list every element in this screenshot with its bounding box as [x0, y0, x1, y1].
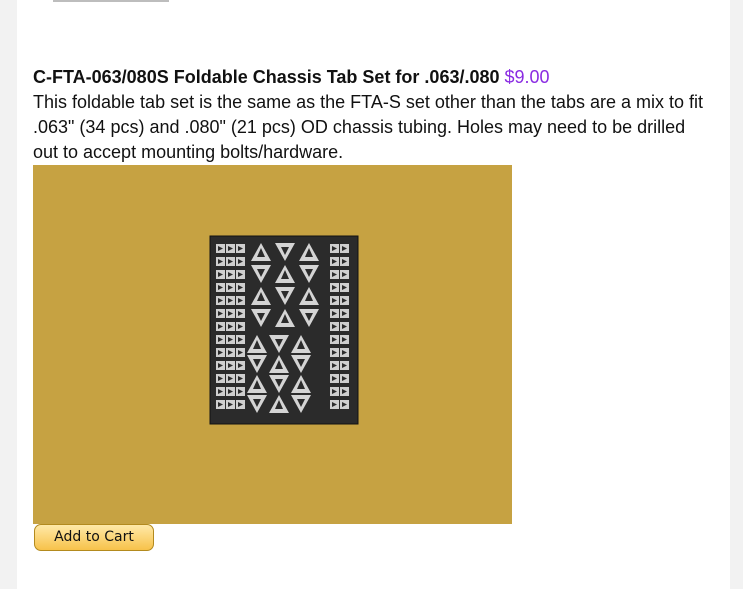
- product-photo[interactable]: [33, 165, 512, 524]
- top-divider: [53, 0, 169, 2]
- product-photo-tab-sheet: [33, 165, 512, 524]
- product-heading: C-FTA-063/080S Foldable Chassis Tab Set …: [33, 66, 713, 88]
- product-description: This foldable tab set is the same as the…: [33, 92, 703, 162]
- product-price: $9.00: [504, 67, 550, 87]
- product-block: C-FTA-063/080S Foldable Chassis Tab Set …: [33, 66, 713, 165]
- add-to-cart-button[interactable]: Add to Cart: [34, 524, 154, 551]
- product-title: C-FTA-063/080S Foldable Chassis Tab Set …: [33, 67, 500, 87]
